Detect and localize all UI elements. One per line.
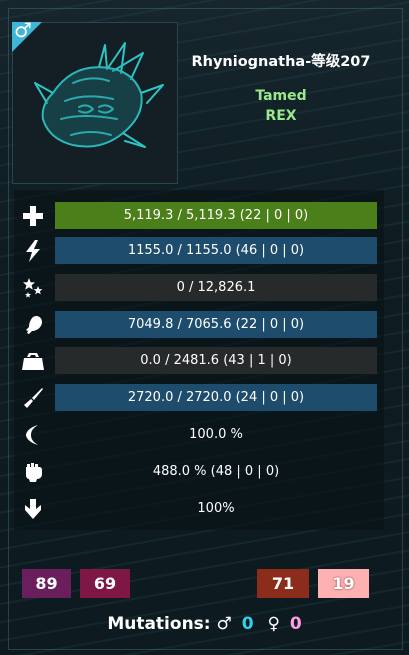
stat-row-food: 7049.8 / 7065.6 (22 | 0 | 0)	[18, 311, 378, 338]
speed-value: 100.0 %	[189, 427, 243, 442]
stat-row-weight: 0.0 / 2481.6 (43 | 1 | 0)	[18, 347, 378, 374]
mutations-line: Mutations: ♂ 0 ♀ 0	[0, 614, 409, 634]
stat-row-speed: 100.0 %	[18, 421, 378, 448]
stamina-bar: 1155.0 / 1155.0 (46 | 0 | 0)	[55, 237, 377, 264]
stat-row-melee: 2720.0 / 2720.0 (24 | 0 | 0)	[18, 384, 378, 411]
color-counter-3: 71	[257, 569, 309, 598]
stamina-lightning-icon	[18, 237, 48, 264]
stat-row-health: 5,119.3 / 5,119.3 (22 | 0 | 0)	[18, 202, 378, 229]
female-icon: ♀	[267, 614, 280, 634]
food-drumstick-icon	[18, 311, 48, 338]
imprint-value: 100%	[197, 501, 235, 516]
speed-icon	[18, 421, 48, 448]
stat-row-torpidity: 0 / 12,826.1	[18, 274, 378, 301]
mutations-male-value: 0	[241, 614, 254, 634]
tamed-status: Tamed	[255, 88, 307, 104]
color-counter-4: 19	[318, 569, 369, 598]
creature-name: Rhyniognatha-等级207	[191, 54, 371, 70]
melee-bar: 2720.0 / 2720.0 (24 | 0 | 0)	[55, 384, 377, 411]
mutations-label: Mutations:	[107, 614, 211, 634]
health-cross-icon	[18, 202, 48, 229]
melee-icon	[18, 384, 48, 411]
melee-damage-value: 488.0 % (48 | 0 | 0)	[152, 464, 280, 479]
mutations-female-value: 0	[289, 614, 302, 634]
stat-row-imprint: 100%	[18, 495, 378, 522]
stat-row-melee-damage: 488.0 % (48 | 0 | 0)	[18, 458, 378, 485]
food-bar: 7049.8 / 7065.6 (22 | 0 | 0)	[55, 311, 377, 338]
stat-row-stamina: 1155.0 / 1155.0 (46 | 0 | 0)	[18, 237, 378, 264]
imprint-arrow-icon	[18, 495, 48, 522]
male-icon: ♂	[14, 18, 32, 42]
weight-bar: 0.0 / 2481.6 (43 | 1 | 0)	[55, 347, 377, 374]
color-counter-1: 89	[22, 569, 71, 598]
health-bar: 5,119.3 / 5,119.3 (22 | 0 | 0)	[55, 202, 377, 229]
owner-name: REX	[265, 108, 297, 124]
melee-fist-icon	[18, 458, 48, 485]
torpidity-bar: 0 / 12,826.1	[55, 274, 377, 301]
torpidity-stars-icon	[18, 274, 48, 301]
male-icon: ♂	[216, 614, 232, 634]
weight-icon	[18, 347, 48, 374]
color-counter-2: 69	[80, 569, 130, 598]
